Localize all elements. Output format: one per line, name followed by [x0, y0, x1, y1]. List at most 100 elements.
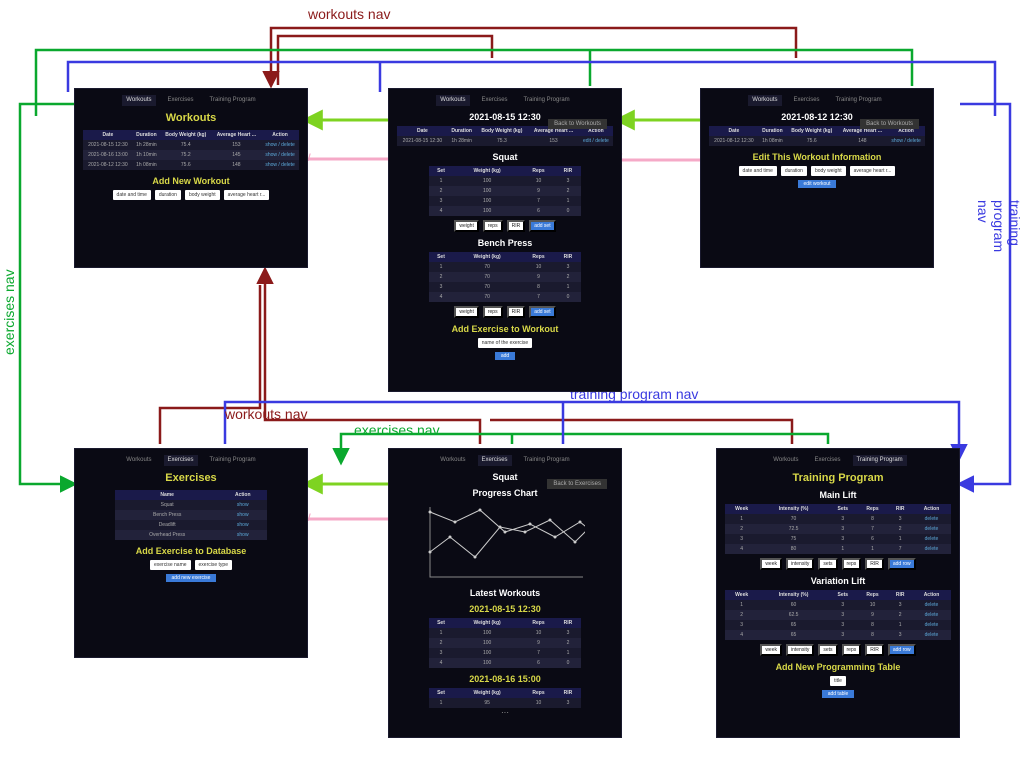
workout-date: 2021-08-16 15:00 — [397, 674, 613, 684]
panel-edit-workout: Workouts Exercises Training Program Back… — [700, 88, 934, 268]
add-set-button[interactable]: add set — [529, 306, 555, 318]
label-training-program-nav: training program nav — [975, 200, 1023, 252]
table-title: Variation Lift — [725, 576, 951, 586]
section-title: Edit This Workout Information — [709, 152, 925, 162]
nav-bar: Workouts Exercises Training Program — [709, 95, 925, 106]
panel-exercise-detail: Workouts Exercises Training Program Back… — [388, 448, 622, 738]
tab-exercises[interactable]: Exercises — [478, 95, 512, 106]
program-table: WeekIntensity (%)SetsRepsRIRAction 16031… — [725, 590, 951, 640]
body-weight-input[interactable]: body weight — [811, 166, 846, 176]
exercises-table: NameAction Squatshow Bench Pressshow Dea… — [115, 490, 266, 540]
exercise-name: Squat — [397, 152, 613, 162]
table-row: 2021-08-15 12:301h 28min75.3153edit / de… — [397, 136, 613, 146]
workout-date: 2021-08-15 12:30 — [397, 604, 613, 614]
workouts-table: Date Duration Body Weight (kg) Average H… — [83, 130, 299, 170]
table-row: Overhead Pressshow — [115, 530, 266, 540]
panel-workout-detail: Workouts Exercises Training Program Back… — [388, 88, 622, 392]
tab-workouts[interactable]: Workouts — [122, 455, 155, 466]
tab-exercises[interactable]: Exercises — [811, 455, 845, 466]
rir-input[interactable]: RIR — [507, 220, 526, 232]
table-row: 2021-08-12 12:301h 08min75.6148show / de… — [709, 136, 925, 146]
tab-exercises[interactable]: Exercises — [164, 95, 198, 106]
table-row: Squatshow — [115, 500, 266, 510]
page-title: Training Program — [725, 472, 951, 484]
nav-bar: Workouts Exercises Training Program — [725, 455, 951, 466]
date-input[interactable]: date and time — [739, 166, 777, 176]
tab-workouts[interactable]: Workouts — [436, 455, 469, 466]
workout-info-table: DateDurationBody Weight (kg)Average Hear… — [397, 126, 613, 146]
table-row: 2021-08-12 12:301h 08min75.6148show / de… — [83, 160, 299, 170]
reps-input[interactable]: reps — [483, 220, 503, 232]
label-exercises-nav: exercises nav — [1, 269, 17, 355]
table-row: 2021-08-15 12:301h 28min75.4153show / de… — [83, 140, 299, 150]
program-table: WeekIntensity (%)SetsRepsRIRAction 17038… — [725, 504, 951, 554]
panel-exercises: Workouts Exercises Training Program Exer… — [74, 448, 308, 658]
tab-training[interactable]: Training Program — [206, 455, 260, 466]
label-exercises-nav-2: exercises nav — [354, 422, 440, 438]
exercise-type-input[interactable]: exercise type — [195, 560, 232, 570]
nav-bar: Workouts Exercises Training Program — [83, 455, 299, 466]
add-exercise-button[interactable]: add new exercise — [166, 574, 217, 582]
label-workouts-nav: workouts nav — [308, 6, 390, 22]
tab-exercises[interactable]: Exercises — [790, 95, 824, 106]
tab-training[interactable]: Training Program — [832, 95, 886, 106]
tab-exercises[interactable]: Exercises — [164, 455, 198, 466]
add-table-button[interactable]: add table — [822, 690, 855, 698]
table-row: 2021-08-16 13:001h 10min75.2145show / de… — [83, 150, 299, 160]
table-row: Deadliftshow — [115, 520, 266, 530]
tab-training[interactable]: Training Program — [206, 95, 260, 106]
tab-workouts[interactable]: Workouts — [436, 95, 469, 106]
sets-table: SetWeight (kg)RepsRIR 1100103 210092 310… — [429, 166, 580, 216]
section-title: Add Exercise to Database — [83, 546, 299, 556]
sets-table: SetWeight (kg)RepsRIR 1100103 210092 310… — [429, 618, 580, 668]
add-row-button[interactable]: add row — [888, 558, 916, 570]
date-input[interactable]: date and time — [113, 190, 151, 200]
heart-rate-input[interactable]: average heart r... — [224, 190, 270, 200]
tab-training[interactable]: Training Program — [520, 95, 574, 106]
sets-table: SetWeight (kg)RepsRIR 195103 — [429, 688, 580, 708]
duration-input[interactable]: duration — [155, 190, 181, 200]
latest-title: Latest Workouts — [397, 588, 613, 598]
table-title: Main Lift — [725, 490, 951, 500]
chart-title: Progress Chart — [397, 488, 613, 498]
sets-table: SetWeight (kg)RepsRIR 170103 27092 37081… — [429, 252, 580, 302]
panel-workouts: Workouts Exercises Training Program Work… — [74, 88, 308, 268]
section-title: Add Exercise to Workout — [397, 324, 613, 334]
nav-bar: Workouts Exercises Training Program — [397, 95, 613, 106]
reps-input[interactable]: reps — [483, 306, 503, 318]
progress-chart — [425, 502, 585, 582]
back-button[interactable]: Back to Workouts — [548, 119, 607, 129]
weight-input[interactable]: weight — [454, 306, 478, 318]
add-set-button[interactable]: add set — [529, 220, 555, 232]
tab-workouts[interactable]: Workouts — [122, 95, 155, 106]
page-title: Workouts — [83, 112, 299, 124]
add-row-button[interactable]: add row — [888, 644, 916, 656]
nav-bar: Workouts Exercises Training Program — [83, 95, 299, 106]
tab-workouts[interactable]: Workouts — [769, 455, 802, 466]
edit-workout-button[interactable]: edit workout — [798, 180, 837, 188]
exercise-name: Bench Press — [397, 238, 613, 248]
back-button[interactable]: Back to Workouts — [860, 119, 919, 129]
tab-exercises[interactable]: Exercises — [478, 455, 512, 466]
weight-input[interactable]: weight — [454, 220, 478, 232]
back-button[interactable]: Back to Exercises — [547, 479, 607, 489]
label-workouts-nav-2: workouts nav — [225, 406, 307, 422]
table-row: Bench Pressshow — [115, 510, 266, 520]
section-title: Add New Workout — [83, 176, 299, 186]
heart-rate-input[interactable]: average heart r... — [850, 166, 896, 176]
table-title-input[interactable]: title — [830, 676, 846, 686]
tab-training[interactable]: Training Program — [520, 455, 574, 466]
body-weight-input[interactable]: body weight — [185, 190, 220, 200]
nav-bar: Workouts Exercises Training Program — [397, 455, 613, 466]
tab-training[interactable]: Training Program — [853, 455, 907, 466]
workout-info-table: DateDurationBody Weight (kg)Average Hear… — [709, 126, 925, 146]
tab-workouts[interactable]: Workouts — [748, 95, 781, 106]
rir-input[interactable]: RIR — [507, 306, 526, 318]
page-title: Exercises — [83, 472, 299, 484]
section-title: Add New Programming Table — [725, 662, 951, 672]
exercise-name-input[interactable]: exercise name — [150, 560, 191, 570]
exercise-name-input[interactable]: name of the exercise — [478, 338, 532, 348]
duration-input[interactable]: duration — [781, 166, 807, 176]
add-button[interactable]: add — [495, 352, 515, 360]
panel-training-program: Workouts Exercises Training Program Trai… — [716, 448, 960, 738]
